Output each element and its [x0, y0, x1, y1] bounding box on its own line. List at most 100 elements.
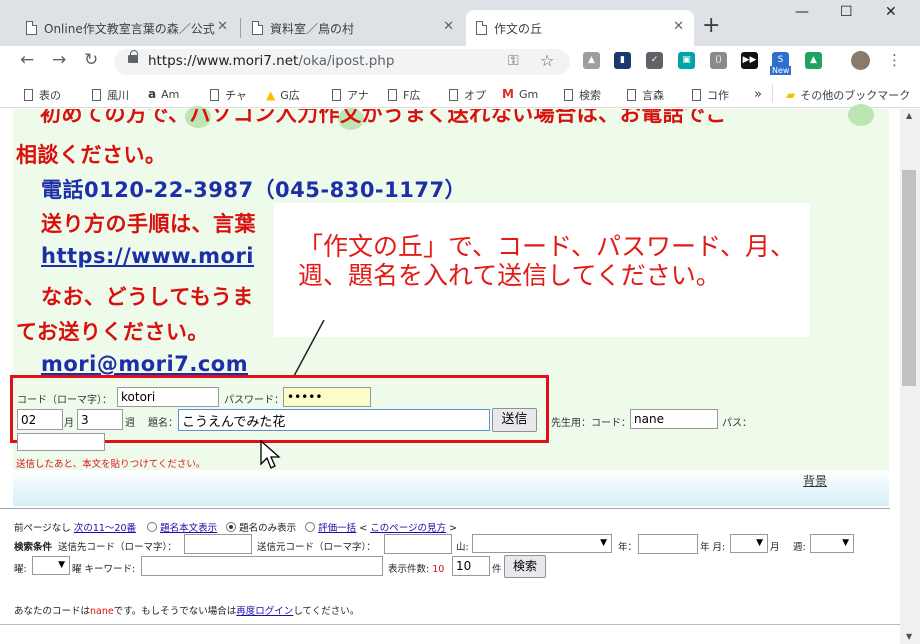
code-extension-icon[interactable]: ⟨⟩ [710, 52, 727, 69]
bookmark-item[interactable]: 検索 [564, 87, 601, 103]
month-select[interactable]: ▼ [730, 534, 768, 553]
bookmark-item[interactable]: ▲ G広 [266, 87, 300, 103]
tab-3-active[interactable]: 作文の丘 ✕ [466, 10, 694, 46]
radio-title-only[interactable] [226, 522, 237, 532]
bookmark-extension-icon[interactable]: ▮ [614, 52, 631, 69]
lock-icon [128, 50, 138, 63]
back-icon[interactable]: ← [20, 50, 34, 70]
radio-bulk-rating[interactable] [305, 522, 316, 532]
close-tab-icon[interactable]: ✕ [443, 19, 454, 34]
send-button[interactable]: 送信 [492, 408, 537, 432]
count-unit: 件 [492, 564, 502, 575]
tab-2[interactable]: 資料室／鳥の村 ✕ [242, 10, 464, 46]
sky-decoration [13, 470, 889, 506]
result-nav: 前ページなし 次の11〜20番 題名本文表示 題名のみ表示 評価一括 < このペ… [14, 520, 457, 534]
code-input[interactable] [117, 387, 219, 407]
reload-icon[interactable]: ↻ [84, 50, 98, 70]
fallback-text-2: てお送りください。 [16, 320, 209, 344]
bookmark-item[interactable]: 表の [24, 87, 61, 103]
close-tab-icon[interactable]: ✕ [673, 19, 684, 34]
bookmark-item[interactable]: a Am [148, 87, 179, 101]
relogin-link[interactable]: 再度ログイン [236, 606, 293, 617]
prev-page-text: 前ページなし [14, 523, 71, 534]
drive-extension-icon[interactable]: ▲ [583, 52, 600, 69]
bookmark-item[interactable]: アナ [332, 87, 369, 103]
forward-icon[interactable]: → [52, 50, 66, 70]
radio-title-body-label[interactable]: 題名本文表示 [160, 523, 217, 534]
background-link[interactable]: 背景 [803, 472, 827, 489]
bookmark-item[interactable]: 風川 [92, 87, 129, 103]
password-input[interactable] [283, 387, 371, 407]
star-icon[interactable]: ☆ [540, 51, 554, 70]
month-label: 月 [64, 418, 74, 429]
count-input[interactable] [452, 556, 490, 576]
new-tab-button[interactable]: + [702, 13, 720, 38]
callout-text: 「作文の丘」で、コード、パスワード、月、週、題名を入れて送信してください。 [298, 232, 796, 290]
week-input[interactable] [77, 409, 123, 430]
teacher-code-input[interactable] [630, 409, 718, 429]
check-extension-icon[interactable]: ✓ [646, 52, 663, 69]
year-input[interactable] [638, 534, 698, 554]
to-code-input[interactable] [184, 534, 252, 554]
weekday-label: 曜: [14, 564, 27, 575]
bookmark-divider [772, 84, 773, 102]
month-search-label: 年 月: [700, 542, 726, 553]
tab-title: 作文の丘 [494, 21, 543, 36]
bookmark-item[interactable]: 言森 [627, 87, 664, 103]
tab-title: 資料室／鳥の村 [270, 21, 355, 36]
new-badge: New [770, 66, 792, 75]
mountain-label: 山: [456, 542, 469, 553]
bookmark-item[interactable]: チャ [210, 87, 247, 103]
bookmarks-more-button[interactable]: » [754, 87, 762, 102]
instructions-link[interactable]: https://www.mori [41, 244, 254, 268]
week-select[interactable]: ▼ [810, 534, 854, 553]
radio-title-body[interactable] [147, 522, 158, 532]
month-input[interactable] [17, 409, 63, 430]
folder-icon: ▰ [786, 88, 796, 102]
intro-text-line1: 初めての方で、パソコン入力作文がうまく送れない場合は、お電話でご [40, 109, 728, 126]
teacher-pass-input[interactable] [17, 433, 105, 451]
close-window-button[interactable]: ✕ [885, 4, 897, 20]
count-label: 表示件数: 10 [388, 564, 445, 575]
bookmark-item[interactable]: オプ [449, 87, 486, 103]
key-icon[interactable]: ⚿ [508, 53, 519, 69]
close-tab-icon[interactable]: ✕ [217, 19, 228, 34]
chevron-down-icon: ▼ [58, 560, 65, 570]
other-bookmarks[interactable]: ▰ その他のブックマーク [786, 87, 910, 103]
tab-1[interactable]: Online作文教室言葉の森／公式 ✕ [16, 10, 238, 46]
week-label: 週 [125, 418, 135, 429]
guide-bracket-close: > [449, 523, 458, 534]
divider [0, 508, 890, 509]
maximize-button[interactable]: ☐ [840, 4, 853, 20]
phone-number: 電話0120-22-3987（045-830-1177） [41, 178, 467, 202]
scroll-down-icon[interactable]: ▼ [906, 632, 912, 641]
tree-decoration [848, 104, 874, 126]
forward-extension-icon[interactable]: ▶▶ [741, 52, 758, 69]
email-link[interactable]: mori@mori7.com [41, 352, 248, 376]
from-code-input[interactable] [384, 534, 452, 554]
bookmark-item[interactable]: コ作 [692, 87, 729, 103]
scroll-up-icon[interactable]: ▲ [906, 111, 912, 120]
menu-icon[interactable]: ⋮ [887, 51, 902, 69]
scrollbar-thumb[interactable] [902, 170, 916, 386]
avatar[interactable] [851, 51, 870, 70]
next-page-link[interactable]: 次の11〜20番 [74, 523, 136, 534]
weekday-select[interactable]: ▼ [32, 556, 70, 575]
bookmark-item[interactable]: M Gm [502, 87, 538, 101]
title-input[interactable] [178, 409, 490, 431]
minimize-button[interactable]: — [795, 4, 809, 20]
mountain-select[interactable]: ▼ [472, 534, 612, 553]
google-drive-icon[interactable]: ▲ [805, 52, 822, 69]
radio-bulk-rating-label[interactable]: 評価一括 [318, 523, 356, 534]
screen-extension-icon[interactable]: ▣ [678, 52, 695, 69]
search-label: 検索条件 [14, 542, 53, 553]
tab-title: Online作文教室言葉の森／公式 [44, 21, 215, 36]
keyword-input[interactable] [141, 556, 383, 576]
bookmark-item[interactable]: F広 [388, 87, 420, 103]
year-label: 年： [618, 542, 638, 553]
page-guide-link[interactable]: このページの見方 [370, 523, 446, 534]
url-text[interactable]: https://www.mori7.net/oka/ipost.php [148, 53, 394, 69]
search-button[interactable]: 検索 [504, 555, 546, 578]
page-icon [24, 89, 33, 101]
tab-separator [240, 18, 241, 38]
